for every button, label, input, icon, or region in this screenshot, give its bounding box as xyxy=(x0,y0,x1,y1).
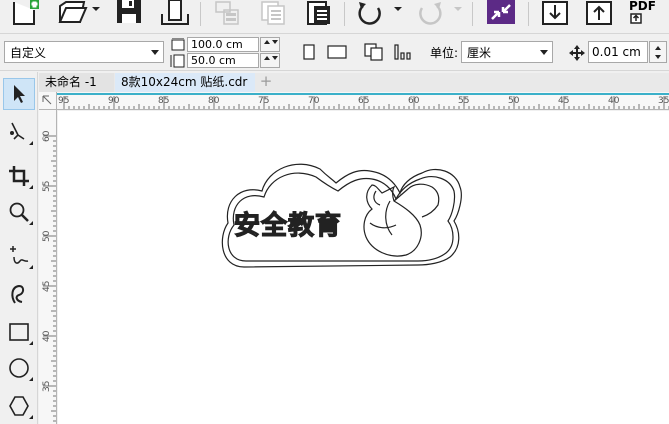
shape-tool[interactable] xyxy=(3,116,35,148)
copy-button[interactable] xyxy=(256,0,290,26)
freehand-icon xyxy=(10,246,29,264)
cut-button[interactable] xyxy=(210,0,244,26)
page-width-spinner[interactable] xyxy=(260,37,280,52)
new-document-icon xyxy=(13,0,39,25)
vertical-ruler[interactable]: 60 55 50 45 40 35 xyxy=(39,110,57,424)
redo-icon xyxy=(419,2,442,25)
vertical-ruler-scale: 605550454035 xyxy=(42,130,56,422)
upload-button[interactable] xyxy=(582,0,616,26)
page-size-value: 自定义 xyxy=(10,45,47,60)
sticker-artwork[interactable]: 安全教育 xyxy=(58,111,669,424)
tab-sticker-cdr[interactable]: 8款10x24cm 贴纸.cdr xyxy=(115,73,255,92)
page-height-input[interactable]: 50.0 cm xyxy=(187,53,259,68)
shape-tool-icon xyxy=(10,122,25,140)
polygon-tool[interactable] xyxy=(3,390,35,422)
zoom-tool[interactable] xyxy=(3,196,35,228)
chevron-down-icon[interactable] xyxy=(394,5,402,13)
undo-button[interactable] xyxy=(352,0,388,26)
toolbar-separator xyxy=(344,2,345,26)
unit-label: 单位: xyxy=(430,46,459,60)
bird-wing xyxy=(369,200,397,236)
corel-connect-icon xyxy=(487,0,515,24)
page-width-icon xyxy=(171,38,185,51)
landscape-button[interactable] xyxy=(324,41,350,63)
bird-outline xyxy=(363,184,422,257)
all-pages-icon xyxy=(364,43,383,61)
pdf-icon xyxy=(630,13,642,24)
current-page-icon xyxy=(394,44,411,60)
crop-icon xyxy=(9,166,29,186)
import-button[interactable] xyxy=(156,0,194,26)
page-size-select[interactable]: 自定义 xyxy=(4,41,164,63)
toolbar-separator xyxy=(472,2,473,26)
chevron-down-icon[interactable] xyxy=(454,5,462,13)
toolbar-separator xyxy=(200,2,201,26)
nudge-spinner[interactable] xyxy=(649,41,667,63)
page-height-icon xyxy=(170,54,185,68)
upload-icon xyxy=(586,1,612,25)
toolbox xyxy=(0,72,38,424)
ellipse-icon xyxy=(9,358,29,378)
copy-icon xyxy=(261,1,285,25)
cut-icon xyxy=(215,1,239,25)
portrait-icon xyxy=(303,44,315,60)
save-button[interactable] xyxy=(112,0,146,26)
save-icon xyxy=(117,0,141,23)
import-icon xyxy=(161,0,189,25)
undo-icon xyxy=(358,2,381,25)
rectangle-icon xyxy=(9,323,29,341)
chevron-down-icon xyxy=(540,50,548,55)
landscape-icon xyxy=(327,45,347,59)
redo-button[interactable] xyxy=(412,0,448,26)
nudge-icon xyxy=(569,45,585,61)
tab-label: 未命名 -1 xyxy=(45,75,97,89)
pointer-icon xyxy=(14,85,25,103)
pick-tool[interactable] xyxy=(3,78,35,110)
ellipse-tool[interactable] xyxy=(3,352,35,384)
guide-line[interactable] xyxy=(57,93,669,95)
standard-toolbar: PDF xyxy=(0,0,669,34)
current-page-button[interactable] xyxy=(392,41,416,63)
coreldraw-window: PDF 自定义 100.0 cm 50.0 cm 单位: 厘米 0.01 cm … xyxy=(0,0,669,424)
portrait-button[interactable] xyxy=(298,41,320,63)
nudge-distance-value: 0.01 cm xyxy=(592,45,641,59)
nudge-distance-input[interactable]: 0.01 cm xyxy=(588,41,648,63)
ruler-origin-icon xyxy=(42,95,52,105)
unit-select[interactable]: 厘米 xyxy=(461,41,553,63)
open-button[interactable] xyxy=(52,0,94,26)
sticker-text: 安全教育 xyxy=(234,210,342,241)
drawing-canvas[interactable]: 安全教育 xyxy=(58,111,669,424)
all-pages-button[interactable] xyxy=(362,41,386,63)
paste-icon xyxy=(307,1,330,25)
artistic-media-icon xyxy=(11,284,25,304)
open-icon xyxy=(58,0,88,23)
tab-label: 8款10x24cm 贴纸.cdr xyxy=(121,75,248,89)
pdf-label: PDF xyxy=(629,0,656,13)
corel-connect-button[interactable] xyxy=(484,0,518,26)
new-tab-button[interactable]: + xyxy=(257,73,275,92)
rectangle-tool[interactable] xyxy=(3,316,35,348)
polygon-icon xyxy=(9,396,29,416)
chevron-down-icon[interactable] xyxy=(92,5,100,13)
zoom-icon xyxy=(9,202,29,222)
page-height-spinner[interactable] xyxy=(260,53,280,68)
tab-untitled[interactable]: 未命名 -1 xyxy=(39,73,114,92)
crop-tool[interactable] xyxy=(3,160,35,192)
publish-pdf-button[interactable]: PDF xyxy=(626,0,666,26)
paste-button[interactable] xyxy=(302,0,336,26)
bird-head-detail xyxy=(373,183,440,218)
document-tabs: 未命名 -1 8款10x24cm 贴纸.cdr + xyxy=(39,73,669,92)
page-width-input[interactable]: 100.0 cm xyxy=(187,37,259,52)
export-down-icon xyxy=(542,1,568,25)
toolbar-separator xyxy=(528,2,529,26)
ruler-origin[interactable] xyxy=(39,92,57,110)
unit-value: 厘米 xyxy=(467,45,492,60)
property-bar: 自定义 100.0 cm 50.0 cm 单位: 厘米 0.01 cm xyxy=(0,35,669,71)
artistic-media-tool[interactable] xyxy=(3,278,35,310)
export-button[interactable] xyxy=(538,0,572,26)
new-document-button[interactable] xyxy=(8,0,42,26)
chevron-down-icon xyxy=(151,50,159,55)
freehand-tool[interactable] xyxy=(3,240,35,272)
